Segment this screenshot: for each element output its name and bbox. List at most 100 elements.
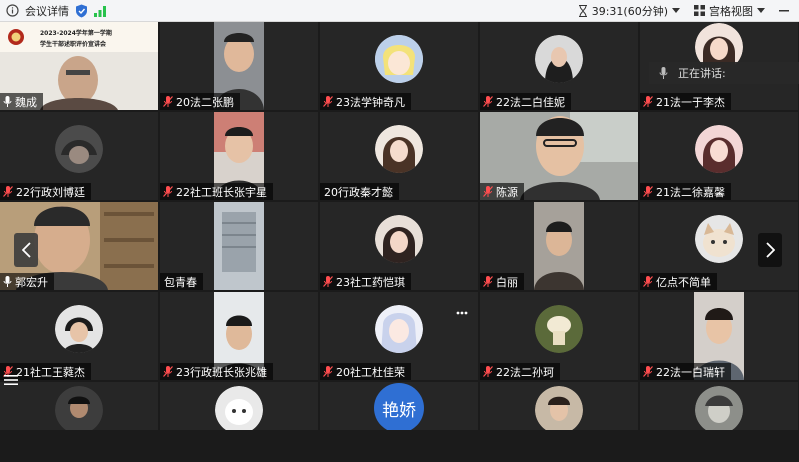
participant-name: 20行政秦才懿 [324,185,393,199]
text-avatar: 艳娇 [374,383,424,430]
participant-tile[interactable]: 22法一白瑞轩 [640,292,798,380]
participant-namebar: 22法一白瑞轩 [640,363,731,380]
meeting-details-button[interactable]: 会议详情 [25,3,69,19]
mic-muted-icon [483,366,493,377]
next-page-button[interactable] [758,233,782,267]
participant-name: 魏成 [15,95,37,109]
chevron-right-icon [765,242,775,258]
avatar [695,385,743,430]
participant-name: 21法一于李杰 [656,95,725,109]
mic-muted-icon [483,186,493,197]
mic-muted-icon [483,276,493,287]
minimize-icon[interactable] [779,9,789,12]
avatar [375,304,423,353]
participant-tile[interactable]: 23社工药恺琪 [320,202,478,290]
participant-tile[interactable]: 22行政刘博廷 [0,112,158,200]
chevron-left-icon [21,242,31,258]
signal-icon[interactable] [94,5,106,17]
participant-name: 21社工王蕤杰 [16,365,85,379]
participant-namebar: 23行政班长张兆雄 [160,363,273,380]
grid-view-icon [694,5,705,16]
participant-namebar: 21法一于李杰 [640,93,731,110]
meeting-timer[interactable]: 39:31(60分钟) [578,3,680,19]
previous-page-button[interactable] [14,233,38,267]
mic-muted-icon [163,186,173,197]
shield-icon[interactable] [75,4,88,18]
participant-tile[interactable] [640,382,798,430]
participant-tile[interactable]: 21社工王蕤杰 [0,292,158,380]
participant-name: 22法二白佳妮 [496,95,565,109]
mic-muted-icon [323,96,333,107]
chevron-down-icon [757,8,765,13]
timer-text: 39:31(60分钟) [591,4,668,18]
mic-muted-icon [643,366,653,377]
mic-muted-icon [323,366,333,377]
avatar [535,34,583,83]
participant-tile[interactable]: 20行政秦才懿 [320,112,478,200]
participant-tile[interactable]: 包青春 [160,202,318,290]
participant-namebar: 20行政秦才懿 [320,183,399,200]
participant-tile[interactable] [480,382,638,430]
participant-name: 亿点不简单 [656,275,711,289]
participant-namebar: 20社工杜佳荣 [320,363,411,380]
participant-name: 郭宏升 [15,275,48,289]
participant-namebar: 22社工班长张宇星 [160,183,273,200]
menu-icon[interactable] [4,374,22,392]
participant-tile[interactable]: 23行政班长张兆雄 [160,292,318,380]
avatar [695,124,743,173]
participant-name: 23行政班长张兆雄 [176,365,267,379]
avatar [375,124,423,173]
avatar [215,385,263,430]
participant-tile[interactable]: 23法学钟奇凡 [320,22,478,110]
participant-tile[interactable]: 陈源 [480,112,638,200]
mic-muted-icon [643,96,653,107]
camera-feed [534,202,584,290]
avatar [375,34,423,83]
participant-name: 22法一白瑞轩 [656,365,725,379]
avatar [695,214,743,263]
info-icon[interactable] [6,4,19,17]
participant-namebar: 魏成 [0,93,43,110]
participant-namebar: 23法学钟奇凡 [320,93,411,110]
participant-tile[interactable] [0,382,158,430]
avatar [535,385,583,430]
participant-tile[interactable]: 22法二白佳妮 [480,22,638,110]
participant-name: 22法二孙珂 [496,365,554,379]
participant-grid: 2023-2024学年第一学期 学生干部述职评价宣讲会 魏成 20法二张鹏 23… [0,22,799,462]
participant-tile[interactable]: 艳娇 [320,382,478,430]
avatar [55,124,103,173]
participant-namebar: 亿点不简单 [640,273,717,290]
mic-muted-icon [483,96,493,107]
participant-name: 陈源 [496,185,518,199]
view-mode-label: 宫格视图 [709,4,753,18]
participant-tile[interactable]: 22法二孙珂 [480,292,638,380]
participant-name: 23社工药恺琪 [336,275,405,289]
participant-namebar: 22法二白佳妮 [480,93,571,110]
speaking-indicator: 正在讲话: [649,62,799,84]
speaking-label: 正在讲话: [678,67,726,80]
mic-muted-icon [643,186,653,197]
participant-tile[interactable]: 白丽 [480,202,638,290]
participant-name: 22社工班长张宇星 [176,185,267,199]
avatar [55,385,103,430]
view-mode-selector[interactable]: 宫格视图 [694,3,765,19]
avatar [55,304,103,353]
participant-tile[interactable]: 21法二徐嘉馨 [640,112,798,200]
mic-icon [659,67,668,79]
participant-tile[interactable]: 22社工班长张宇星 [160,112,318,200]
mic-muted-icon [323,276,333,287]
participant-name: 包青春 [164,275,197,289]
camera-feed [214,202,264,290]
more-options-icon[interactable] [456,304,468,318]
meeting-window: 会议详情 39:31(60分钟) 宫格视图 2023-2024学年第一学期 学生… [0,0,799,462]
top-toolbar: 会议详情 39:31(60分钟) 宫格视图 [0,0,799,22]
avatar [535,304,583,353]
participant-tile[interactable]: 20法二张鹏 [160,22,318,110]
participant-name: 白丽 [496,275,518,289]
participant-name: 23法学钟奇凡 [336,95,405,109]
participant-tile[interactable]: 20社工杜佳荣 [320,292,478,380]
participant-tile[interactable] [160,382,318,430]
participant-namebar: 包青春 [160,273,203,290]
participant-tile[interactable]: 2023-2024学年第一学期 学生干部述职评价宣讲会 魏成 [0,22,158,110]
participant-namebar: 22法二孙珂 [480,363,560,380]
